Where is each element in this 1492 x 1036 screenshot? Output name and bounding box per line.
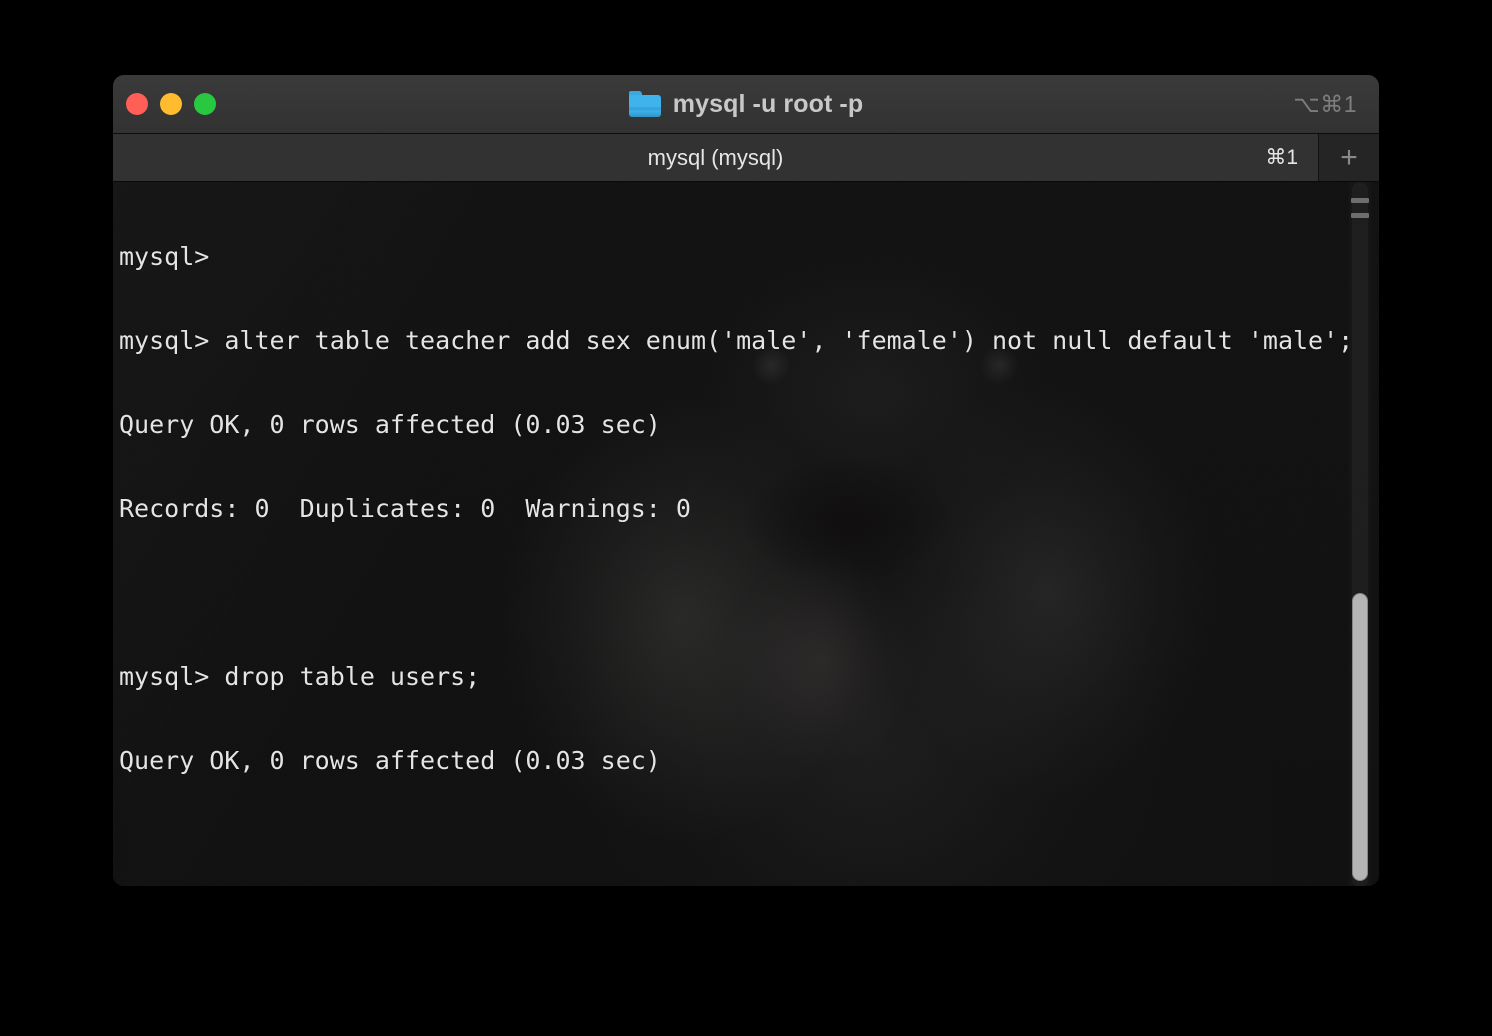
minimize-button[interactable]: [160, 93, 182, 115]
terminal-line: Query OK, 0 rows affected (0.03 sec): [119, 746, 661, 775]
window-controls: [126, 75, 216, 133]
terminal-window[interactable]: mysql -u root -p ⌥⌘1 mysql (mysql) ⌘1 + …: [113, 75, 1379, 886]
tab-mysql[interactable]: mysql (mysql) ⌘1: [113, 134, 1319, 181]
window-title-bar[interactable]: mysql -u root -p ⌥⌘1: [113, 75, 1379, 134]
close-button[interactable]: [126, 93, 148, 115]
tab-bar[interactable]: mysql (mysql) ⌘1 +: [113, 134, 1379, 182]
window-shortcut-hint: ⌥⌘1: [1293, 90, 1357, 117]
tab-label: mysql (mysql): [647, 144, 784, 170]
scrollbar-command-mark[interactable]: [1351, 198, 1369, 203]
folder-icon: [628, 91, 661, 117]
tab-shortcut-hint: ⌘1: [1265, 146, 1298, 169]
maximize-button[interactable]: [194, 93, 216, 115]
terminal-line: Records: 0 Duplicates: 0 Warnings: 0: [119, 494, 691, 523]
terminal-output-area[interactable]: mysql> mysql> alter table teacher add se…: [113, 182, 1379, 886]
scrollbar-command-mark[interactable]: [1351, 213, 1369, 218]
terminal-line: Query OK, 0 rows affected (0.03 sec): [119, 410, 661, 439]
terminal-line: mysql>: [119, 242, 210, 271]
desktop-background: mysql -u root -p ⌥⌘1 mysql (mysql) ⌘1 + …: [0, 0, 1492, 1036]
scrollbar-thumb[interactable]: [1352, 593, 1368, 881]
terminal-line: mysql> drop table users;: [119, 662, 481, 691]
window-title: mysql -u root -p: [672, 89, 864, 118]
window-title-group: mysql -u root -p: [113, 75, 1379, 133]
terminal-line: mysql> alter table teacher add sex enum(…: [119, 326, 1354, 355]
new-tab-button[interactable]: +: [1319, 134, 1379, 181]
scrollbar[interactable]: [1349, 182, 1371, 886]
terminal-text: mysql> mysql> alter table teacher add se…: [119, 187, 1354, 886]
